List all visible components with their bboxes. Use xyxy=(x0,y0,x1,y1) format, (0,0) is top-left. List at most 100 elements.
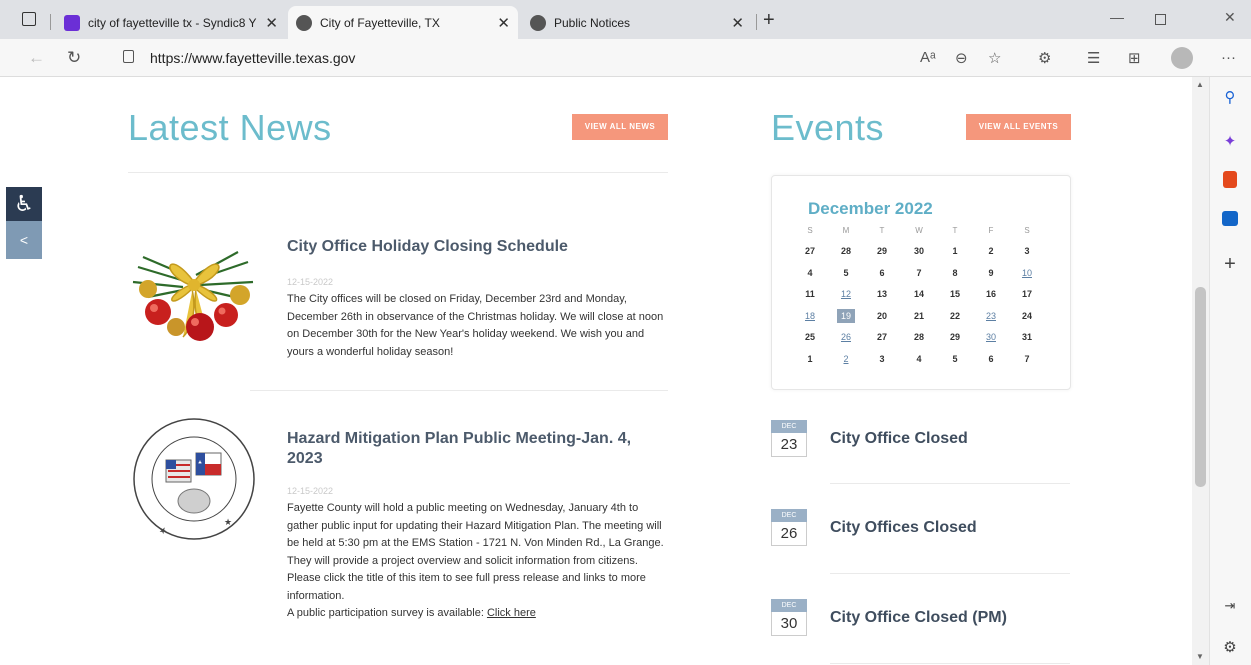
maximize-button[interactable] xyxy=(1155,14,1166,25)
calendar-day[interactable]: 30 xyxy=(982,330,1000,344)
outlook-icon[interactable] xyxy=(1222,211,1238,226)
event-month: DEC xyxy=(771,599,807,612)
event-title-link[interactable]: City Offices Closed xyxy=(830,519,977,537)
calendar-day: 27 xyxy=(876,332,887,342)
event-title-link[interactable]: City Office Closed xyxy=(830,430,968,448)
latest-news-heading: Latest News xyxy=(128,107,332,148)
calendar-day: 29 xyxy=(876,246,887,256)
calendar-day: 1 xyxy=(952,246,958,256)
calendar-day: 4 xyxy=(807,267,813,278)
calendar-weekday-label: M xyxy=(842,226,850,235)
hide-sidebar-icon[interactable]: ⇥ xyxy=(1221,597,1239,615)
view-all-news-button[interactable]: VIEW ALL NEWS xyxy=(572,114,668,140)
svg-text:★: ★ xyxy=(224,517,232,527)
edge-sidebar: ⚲ ✦ + ⇥ ⚙ xyxy=(1209,77,1251,665)
favorites-list-icon[interactable]: ☰ xyxy=(1087,49,1100,67)
close-window-button[interactable]: ✕ xyxy=(1224,9,1236,26)
tab-syndic8[interactable]: city of fayetteville tx - Syndic8 Y ✕ xyxy=(56,6,286,39)
back-arrow-icon[interactable]: ← xyxy=(28,48,45,68)
close-tab-icon[interactable]: ✕ xyxy=(497,14,510,32)
calendar-day: 31 xyxy=(1021,332,1032,342)
close-tab-icon[interactable]: ✕ xyxy=(265,14,278,32)
news-summary: Fayette County will hold a public meetin… xyxy=(287,500,669,623)
scroll-up-arrow-icon[interactable]: ▲ xyxy=(1196,80,1204,89)
calendar-day[interactable]: 19 xyxy=(837,308,855,323)
collections-icon[interactable]: ⊞ xyxy=(1128,49,1141,67)
search-icon[interactable]: ⚲ xyxy=(1221,89,1239,107)
view-all-events-button[interactable]: VIEW ALL EVENTS xyxy=(966,114,1071,140)
calendar-day: 14 xyxy=(913,289,924,299)
tab-city-of-fayetteville[interactable]: City of Fayetteville, TX ✕ xyxy=(288,6,518,39)
calendar-day: 17 xyxy=(1021,289,1032,299)
calendar-weekday-label: F xyxy=(988,226,994,235)
calendar-day[interactable]: 10 xyxy=(1018,266,1036,280)
scrollbar-thumb[interactable] xyxy=(1195,287,1206,487)
zoom-out-icon[interactable]: ⊖ xyxy=(955,49,968,67)
calendar-day: 22 xyxy=(949,310,960,321)
minimize-button[interactable]: — xyxy=(1110,9,1124,25)
calendar-day: 8 xyxy=(952,267,958,278)
tab-public-notices[interactable]: Public Notices ✕ xyxy=(522,6,752,39)
tab-title: City of Fayetteville, TX xyxy=(320,15,440,30)
calendar-day: 25 xyxy=(804,332,815,342)
page-scrollbar[interactable]: ▲ ▼ xyxy=(1192,77,1209,665)
office-icon[interactable] xyxy=(1223,171,1237,188)
add-sidebar-app-icon[interactable]: + xyxy=(1221,254,1239,274)
calendar-day[interactable]: 12 xyxy=(837,287,855,301)
calendar-day: 28 xyxy=(840,246,851,256)
profile-avatar[interactable] xyxy=(1171,47,1193,69)
christmas-ornament-image[interactable] xyxy=(128,227,260,357)
calendar-day[interactable]: 18 xyxy=(801,309,819,323)
news-date: 12-15-2022 xyxy=(287,277,334,287)
event-month: DEC xyxy=(771,420,807,433)
calendar-day: 3 xyxy=(879,353,885,364)
events-heading: Events xyxy=(771,107,885,148)
extensions-icon[interactable]: ⚙ xyxy=(1038,49,1051,67)
close-tab-icon[interactable]: ✕ xyxy=(731,14,744,32)
lock-icon[interactable] xyxy=(123,50,134,63)
url-field[interactable]: https://www.fayetteville.texas.gov xyxy=(150,50,355,66)
news-summary: The City offices will be closed on Frida… xyxy=(287,293,664,358)
calendar-weekday-label: T xyxy=(879,226,885,235)
news-summary-text: Fayette County will hold a public meetin… xyxy=(287,502,664,602)
refresh-icon[interactable]: ↻ xyxy=(67,48,81,68)
calendar-month-title: December 2022 xyxy=(808,199,933,218)
events-calendar: December 2022 S M T W T F S 27 28 29 30 1 2 3 4 5 6 7 8 9 10… xyxy=(771,175,1071,390)
tab-actions-icon[interactable] xyxy=(22,12,36,26)
survey-link[interactable]: Click here xyxy=(487,607,536,619)
more-menu-icon[interactable]: ··· xyxy=(1221,49,1236,66)
event-day: 26 xyxy=(771,522,807,546)
accessibility-icon[interactable]: ♿ xyxy=(6,187,42,221)
calendar-weekday-label: W xyxy=(915,226,923,235)
scroll-down-arrow-icon[interactable]: ▼ xyxy=(1196,652,1204,661)
sidebar-settings-gear-icon[interactable]: ⚙ xyxy=(1221,639,1239,657)
calendar-weekday-label: S xyxy=(807,226,813,235)
read-aloud-icon[interactable]: A͏ᵃ xyxy=(920,49,936,66)
calendar-day: 13 xyxy=(876,289,887,299)
fayette-county-seal-image[interactable]: ★ ★ xyxy=(128,415,260,545)
calendar-day: 6 xyxy=(879,267,885,278)
browser-tab-bar: city of fayetteville tx - Syndic8 Y ✕ Ci… xyxy=(0,0,1251,39)
favorite-star-icon[interactable]: ☆ xyxy=(988,49,1001,67)
calendar-day: 7 xyxy=(916,267,922,278)
copilot-sparkle-icon[interactable]: ✦ xyxy=(1221,133,1239,151)
survey-text: A public participation survey is availab… xyxy=(287,607,484,619)
share-icon[interactable]: < xyxy=(6,221,42,259)
globe-favicon-icon xyxy=(296,14,312,31)
news-title-link[interactable]: City Office Holiday Closing Schedule xyxy=(287,237,667,257)
calendar-day[interactable]: 2 xyxy=(837,352,855,366)
calendar-weekday-label: S xyxy=(1024,226,1030,235)
calendar-day: 5 xyxy=(952,353,958,364)
event-day: 30 xyxy=(771,612,807,636)
calendar-day: 1 xyxy=(807,353,813,364)
calendar-day: 15 xyxy=(949,289,960,299)
calendar-day[interactable]: 26 xyxy=(837,330,855,344)
news-title-link[interactable]: Hazard Mitigation Plan Public Meeting-Ja… xyxy=(287,429,657,469)
calendar-day[interactable]: 23 xyxy=(982,309,1000,323)
event-date-badge: DEC 23 xyxy=(771,420,807,457)
calendar-day: 27 xyxy=(804,246,815,256)
tab-title: city of fayetteville tx - Syndic8 Y xyxy=(88,15,257,30)
event-title-link[interactable]: City Office Closed (PM) xyxy=(830,609,1007,627)
calendar-day: 6 xyxy=(988,353,994,364)
new-tab-button[interactable]: + xyxy=(763,9,775,32)
